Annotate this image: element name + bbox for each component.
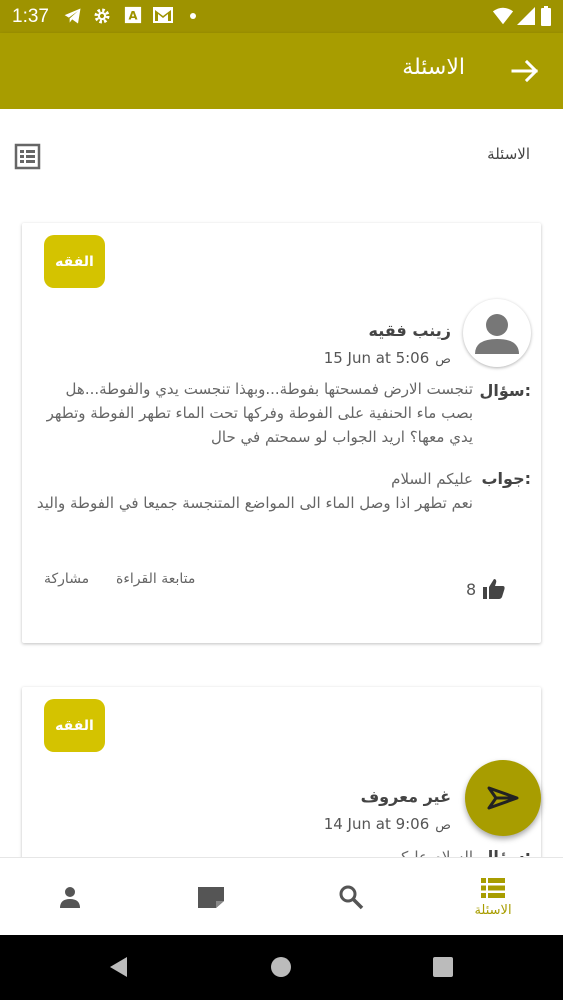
dot-icon [189,12,197,20]
nav-label-questions: الاسئلة [474,902,512,918]
question-card[interactable]: الفقه زينب فقيه 15 Jun at 5:06 ص سؤال: تن… [22,223,541,643]
question-date: 15 Jun at 5:06 ص [323,349,451,367]
read-more-link[interactable]: متابعة القراءة [116,571,195,587]
nav-item-profile[interactable] [40,858,100,936]
share-link[interactable]: مشاركة [44,571,89,587]
category-tag[interactable]: الفقه [44,235,105,288]
svg-text:A: A [128,9,137,23]
wifi-icon [492,6,514,26]
status-time: 1:37 [12,6,49,27]
status-bar: 1:37 A [0,0,563,33]
system-navigation-bar [0,935,563,1000]
person-icon [475,314,519,354]
telegram-icon [62,6,84,26]
arrow-right-icon[interactable] [509,55,541,87]
author-name: غير معروف [360,787,451,806]
nav-item-articles[interactable] [181,858,241,936]
font-a-icon: A [124,6,142,24]
questions-list[interactable]: الاسئلة الفقه زينب فقيه 15 Jun at 5:06 ص … [0,109,563,857]
thumbs-up-icon [483,579,505,599]
bottom-navigation: الاسئلة [0,857,563,935]
home-circle-icon[interactable] [270,956,292,982]
like-count: 8 [466,579,477,599]
page-title: الاسئلة [402,55,465,80]
person-icon [60,887,80,908]
search-icon [339,885,364,910]
like-button[interactable]: 8 [466,577,506,601]
question-label: سؤال: [479,847,531,857]
signal-icon [516,6,536,26]
send-question-button[interactable] [465,760,541,836]
note-icon [198,887,224,908]
category-tag[interactable]: الفقه [44,699,105,752]
avatar [463,299,531,367]
section-label: الاسئلة [487,145,530,163]
answer-label: جواب: [481,469,531,488]
app-bar: الاسئلة [0,33,563,109]
nav-item-search[interactable] [321,858,381,936]
question-text: السلام عليكم [391,848,473,857]
question-date: 14 Jun at 9:06 ص [323,815,451,833]
question-text: تنجست الارض فمسحتها بفوطة...وبهذا تنجست … [46,380,473,446]
send-icon [487,786,519,810]
question-card[interactable]: الفقه غير معروف 14 Jun at 9:06 ص سؤال: ال… [22,687,541,857]
nav-item-questions[interactable]: الاسئلة [458,858,528,936]
back-triangle-icon[interactable] [107,955,129,983]
battery-icon [540,6,552,26]
gear-icon [92,6,112,26]
gmail-icon [152,6,174,24]
question-label: سؤال: [479,381,531,400]
list-view-icon[interactable] [14,143,41,170]
section-header: الاسئلة [0,109,563,199]
recents-square-icon[interactable] [432,956,454,982]
author-name: زينب فقيه [368,321,451,340]
answer-text: عليكم السلام نعم تطهر اذا وصل الماء الى … [36,470,473,512]
list-icon [481,877,505,898]
